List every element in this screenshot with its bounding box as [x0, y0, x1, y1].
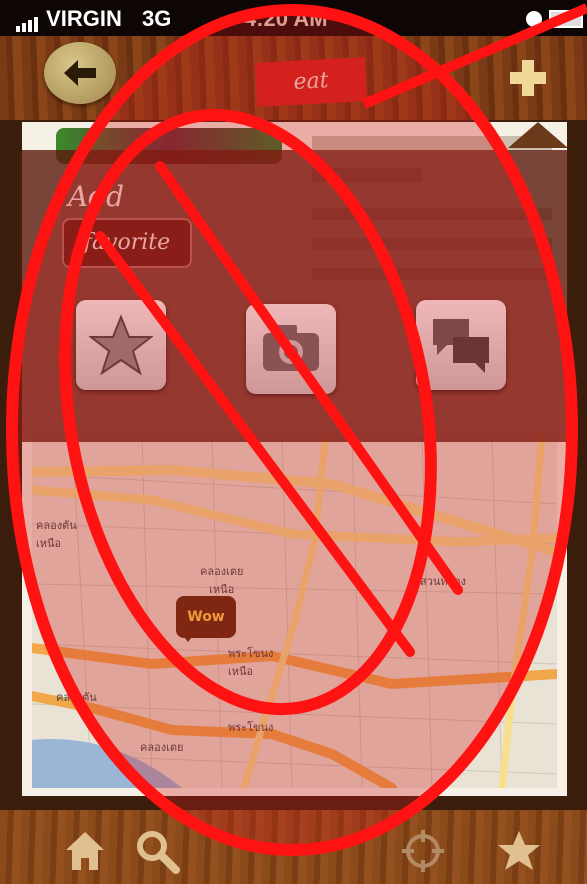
search-icon[interactable] — [134, 828, 180, 874]
map-label-district: พระโขนง — [228, 721, 274, 734]
carrier: VIRGIN 3G — [16, 6, 171, 32]
speech-bubble-icon — [433, 319, 489, 373]
battery-icon — [549, 10, 583, 28]
photo-button[interactable] — [246, 304, 336, 394]
favorite-button[interactable] — [76, 300, 166, 390]
page-title: eat — [254, 57, 368, 107]
map-label-district: คลองเตย เหนือ — [200, 565, 244, 596]
popup-heading: Add — [68, 180, 125, 213]
map-label-district: คลองเตย — [140, 741, 184, 754]
camera-icon — [263, 325, 319, 371]
selected-action-label: favorite — [62, 218, 192, 268]
map-label-district: พระโขนง เหนือ — [228, 647, 274, 678]
star-icon — [89, 314, 153, 376]
crosshair-icon[interactable] — [400, 828, 446, 874]
star-icon[interactable] — [496, 828, 542, 874]
plus-icon[interactable] — [508, 58, 548, 98]
network-type: 3G — [142, 6, 172, 31]
map-label-district: คลองตัน — [56, 691, 97, 704]
map-view[interactable] — [32, 434, 557, 788]
expand-toggle[interactable] — [508, 122, 567, 148]
carrier-name: VIRGIN — [46, 6, 122, 31]
back-button[interactable] — [44, 42, 116, 104]
back-arrow-icon — [64, 60, 96, 86]
map-label-district: คลองตัน เหนือ — [36, 519, 77, 550]
status-time: 4:20 AM — [244, 6, 328, 31]
home-icon[interactable] — [62, 828, 108, 874]
map-label-district: สวนหลวง — [420, 575, 466, 588]
comment-button[interactable] — [416, 300, 506, 390]
status-bar: VIRGIN 3G 4:20 AM — [0, 0, 587, 36]
alarm-icon — [526, 11, 542, 27]
map-pin[interactable]: Wow — [176, 596, 236, 642]
